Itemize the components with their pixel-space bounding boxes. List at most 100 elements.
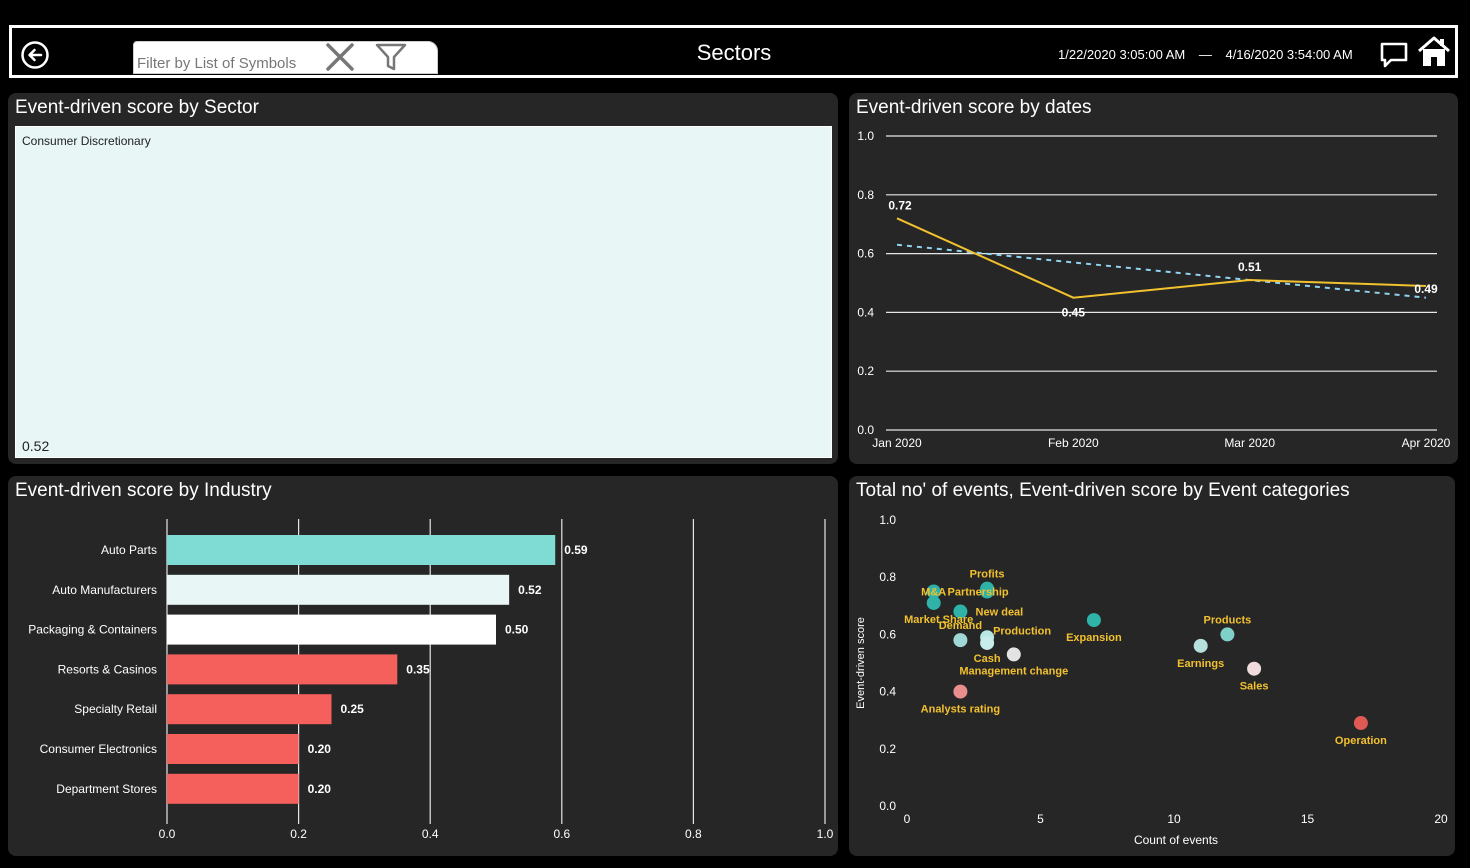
- scatter-point: [1006, 647, 1021, 662]
- date-start: 1/22/2020 3:05:00 AM: [1058, 47, 1186, 62]
- bar: [167, 773, 299, 804]
- scatter-point: [1353, 716, 1368, 731]
- x-tick-label: 0.2: [290, 827, 307, 841]
- series-line: [896, 217, 1427, 299]
- x-tick-label: Feb 2020: [1048, 436, 1099, 450]
- bar: [167, 614, 496, 645]
- x-tick-label: Mar 2020: [1224, 436, 1275, 450]
- scatter-point: [1220, 627, 1235, 642]
- scatter-point: [1193, 638, 1208, 653]
- point-label: Sales: [1240, 681, 1269, 693]
- scatter-point: [980, 635, 995, 650]
- treemap-tile-consumer-discretionary[interactable]: Consumer Discretionary 0.52: [15, 126, 832, 458]
- date-end: 4/16/2020 3:54:00 AM: [1225, 47, 1353, 62]
- point-label: Production: [993, 625, 1051, 637]
- x-tick-label: 1.0: [817, 827, 834, 841]
- y-tick-label: 1.0: [879, 513, 896, 527]
- comment-icon[interactable]: [1379, 40, 1409, 70]
- y-tick-label: 0.2: [879, 742, 896, 756]
- y-tick-label: 0.8: [857, 188, 874, 202]
- scatter-point: [1247, 661, 1262, 676]
- x-axis-label: Count of events: [1134, 833, 1218, 847]
- y-tick-label: 0.4: [879, 685, 896, 699]
- point-label: Profits: [970, 569, 1005, 581]
- data-label: 0.52: [518, 583, 542, 597]
- data-label: 0.59: [564, 543, 588, 557]
- category-label: Specialty Retail: [74, 702, 157, 716]
- point-label: Cash: [974, 653, 1001, 665]
- treemap-tile-value: 0.52: [22, 438, 50, 454]
- date-range: 1/22/2020 3:05:00 AM — 4/16/2020 3:54:00…: [1058, 47, 1353, 62]
- point-label: Operation: [1335, 735, 1387, 747]
- data-label: 0.50: [505, 623, 529, 637]
- x-tick-label: Jan 2020: [872, 436, 922, 450]
- y-tick-label: 0.0: [857, 423, 874, 437]
- data-label: 0.35: [406, 662, 430, 676]
- scatter-chart: 0.0 0.2 0.4 0.6 0.8 1.0 0 5 10 15 20 Count of event…: [855, 513, 1448, 847]
- sector-panel-title: Event-driven score by Sector: [15, 97, 259, 118]
- x-tick-label: 15: [1301, 812, 1315, 826]
- back-arrow-icon[interactable]: [20, 40, 50, 70]
- point-label: Earnings: [1177, 658, 1224, 670]
- x-tick-label: Apr 2020: [1402, 436, 1451, 450]
- line-chart: 0.0 0.2 0.4 0.6 0.8 1.0 Jan 2020 Feb 2020 Mar 20…: [857, 129, 1451, 450]
- x-tick-label: 0.0: [159, 827, 176, 841]
- bar: [167, 535, 556, 565]
- symbol-filter: [133, 41, 438, 74]
- bar: [167, 654, 398, 685]
- category-label: Resorts & Casinos: [58, 662, 157, 676]
- treemap-tile-label: Consumer Discretionary: [22, 134, 151, 148]
- x-tick-label: 5: [1037, 812, 1044, 826]
- events-panel: Total no' of events, Event-driven score …: [849, 476, 1455, 856]
- sector-panel: Event-driven score by Sector Consumer Di…: [8, 93, 838, 464]
- point-label: M&A: [921, 587, 946, 599]
- point-label: Products: [1204, 614, 1252, 626]
- y-tick-label: 0.4: [857, 305, 874, 319]
- point-label: Demand: [939, 620, 982, 632]
- x-tick-label: 0.4: [422, 827, 439, 841]
- category-label: Department Stores: [56, 782, 157, 796]
- data-label: 0.20: [308, 782, 332, 796]
- y-tick-label: 0.0: [879, 799, 896, 813]
- x-tick-label: 0: [904, 812, 911, 826]
- data-label: 0.72: [888, 198, 912, 212]
- scatter-point: [1086, 613, 1101, 628]
- funnel-icon[interactable]: [374, 42, 408, 72]
- data-label: 0.49: [1414, 282, 1438, 296]
- x-tick-label: 0.8: [685, 827, 702, 841]
- x-tick-label: 0.6: [553, 827, 570, 841]
- y-tick-label: 0.8: [879, 570, 896, 584]
- category-label: Auto Parts: [101, 543, 157, 557]
- x-tick-label: 10: [1167, 812, 1181, 826]
- date-separator: —: [1198, 47, 1212, 62]
- y-tick-label: 1.0: [857, 129, 874, 143]
- industry-panel: Event-driven score by Industry 0.0 0.2 0.4…: [8, 476, 838, 856]
- home-icon[interactable]: [1417, 36, 1451, 68]
- header-bar: Sectors 1/22/2020 3:05:00 AM — 4/16/2020…: [9, 25, 1458, 78]
- point-label: New deal: [976, 607, 1024, 619]
- data-label: 0.20: [308, 742, 332, 756]
- data-label: 0.51: [1238, 260, 1262, 274]
- bar: [167, 694, 332, 725]
- point-label: Partnership: [948, 587, 1009, 599]
- y-tick-label: 0.2: [857, 364, 874, 378]
- bar: [167, 734, 299, 764]
- symbol-filter-input[interactable]: [137, 54, 322, 73]
- category-label: Packaging & Containers: [28, 623, 157, 637]
- scatter-point: [953, 633, 968, 648]
- page-title: Sectors: [696, 40, 772, 65]
- scatter-point: [953, 684, 968, 699]
- close-icon[interactable]: [324, 42, 356, 72]
- data-label: 0.45: [1062, 306, 1086, 320]
- category-label: Consumer Electronics: [40, 742, 157, 756]
- point-label: Expansion: [1066, 632, 1122, 644]
- data-label: 0.25: [341, 702, 365, 716]
- point-label: Management change: [959, 665, 1068, 677]
- bar-chart: 0.0 0.2 0.4 0.6 0.8 1.0 Auto Parts 0.59 Auto Man…: [28, 519, 834, 841]
- y-tick-label: 0.6: [857, 247, 874, 261]
- x-tick-label: 20: [1434, 812, 1448, 826]
- y-axis-label: Event-driven score: [855, 617, 867, 709]
- bar: [167, 574, 510, 605]
- point-label: Analysts rating: [921, 704, 1000, 716]
- dates-panel: Event-driven score by dates 0.0 0.2 0.4 0.6…: [849, 93, 1458, 464]
